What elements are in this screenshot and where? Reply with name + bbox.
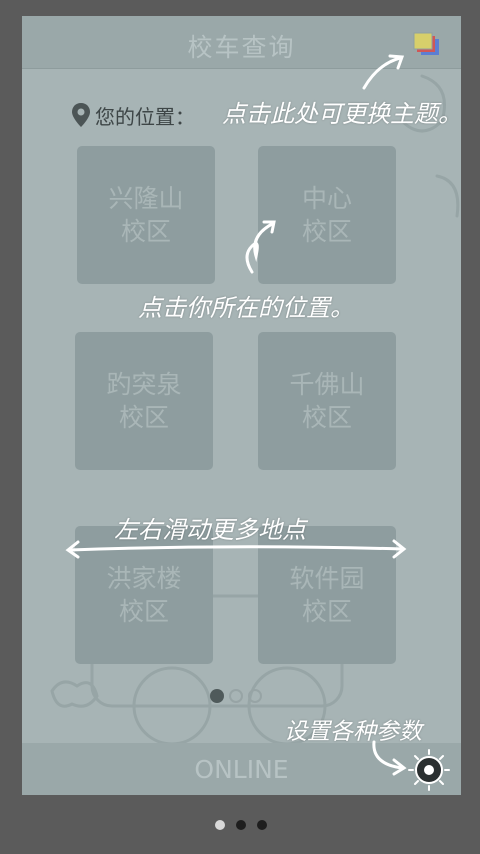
- outer-page-indicator: [215, 820, 267, 830]
- campus-suffix: 校区: [301, 403, 352, 432]
- location-row: 您的位置：: [72, 100, 195, 130]
- campus-suffix: 校区: [118, 597, 169, 626]
- campus-suffix: 校区: [118, 403, 169, 432]
- app-screen: 校车查询 您的位置： 兴隆山 校区 中心 校区 趵突泉 校区 千佛山 校区 洪家…: [22, 16, 461, 795]
- campus-name: 兴隆山: [108, 184, 184, 213]
- campus-tile-baotuquan[interactable]: 趵突泉 校区: [75, 332, 213, 470]
- gear-icon[interactable]: [407, 748, 451, 792]
- location-hint: 点击你所在的位置。: [138, 294, 354, 322]
- double-arrow-icon: [65, 539, 407, 559]
- campus-name: 趵突泉: [106, 370, 182, 399]
- campus-name: 洪家楼: [106, 564, 182, 593]
- campus-suffix: 校区: [301, 217, 352, 246]
- arrow-icon: [245, 220, 276, 274]
- page-dot-active: [210, 689, 224, 703]
- page-dot: [229, 689, 243, 703]
- page-dot: [236, 820, 246, 830]
- campus-name: 千佛山: [289, 370, 365, 399]
- arrow-icon: [372, 740, 407, 776]
- campus-tile-xinglongshan[interactable]: 兴隆山 校区: [77, 146, 215, 284]
- arrow-icon: [362, 54, 405, 90]
- campus-name: 中心: [301, 184, 352, 213]
- page-dot: [257, 820, 267, 830]
- campus-suffix: 校区: [301, 597, 352, 626]
- inner-page-indicator: [210, 689, 262, 703]
- theme-hint: 点击此处可更换主题。: [222, 100, 461, 128]
- layers-icon[interactable]: [412, 31, 442, 59]
- location-label: 您的位置：: [95, 104, 195, 129]
- campus-tile-qianfoshan[interactable]: 千佛山 校区: [258, 332, 396, 470]
- page-dot: [248, 689, 262, 703]
- campus-suffix: 校区: [120, 217, 171, 246]
- page-dot-active: [215, 820, 225, 830]
- map-pin-icon: [72, 103, 90, 127]
- campus-name: 软件园: [289, 564, 365, 593]
